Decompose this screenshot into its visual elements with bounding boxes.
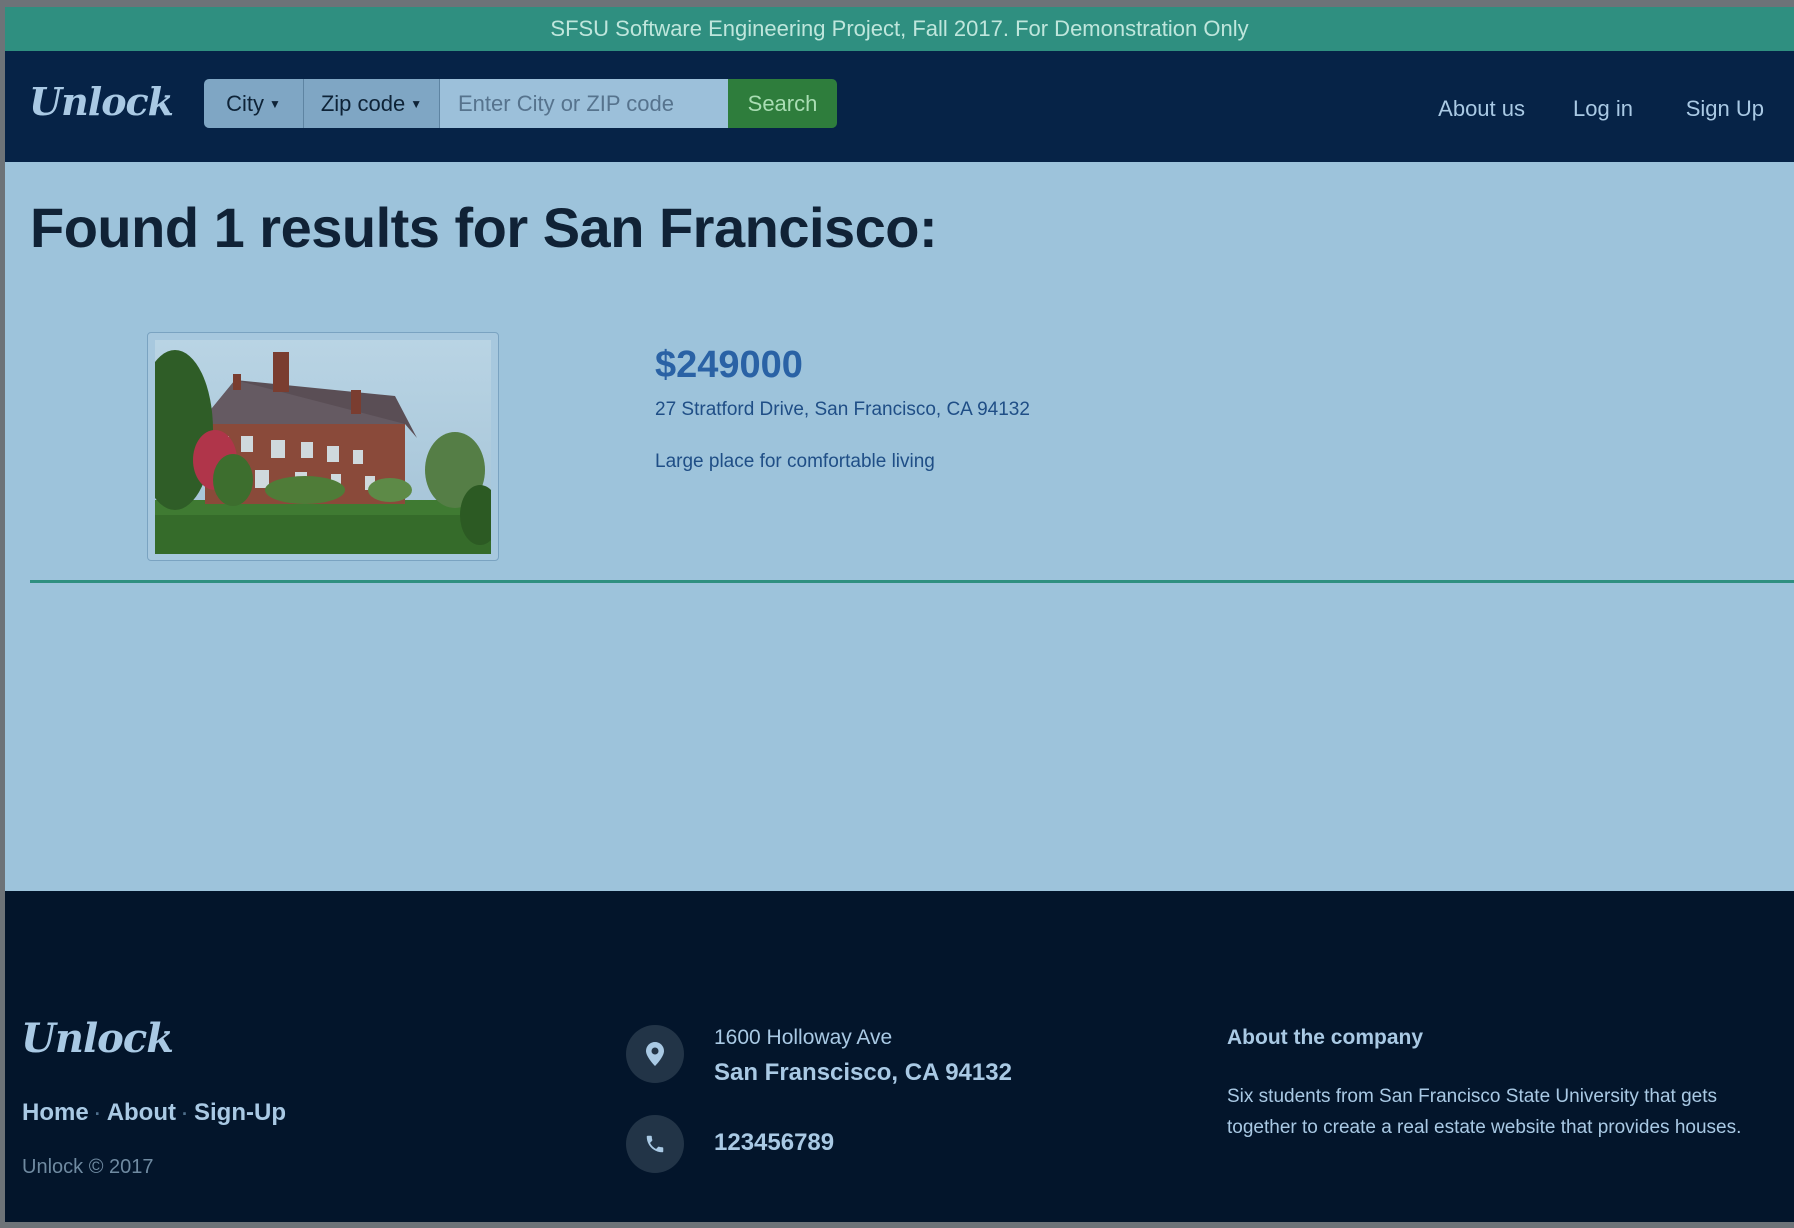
search-input[interactable]	[440, 79, 728, 128]
brand-logo[interactable]: Unlock	[29, 79, 174, 124]
demo-banner-text: SFSU Software Engineering Project, Fall …	[550, 16, 1249, 41]
results-divider	[30, 580, 1794, 583]
listing-address: 27 Stratford Drive, San Francisco, CA 94…	[655, 399, 1030, 420]
caret-down-icon: ▼	[269, 96, 281, 111]
navbar: Unlock City ▼ Zip code ▼ Search About us…	[5, 51, 1794, 162]
map-marker-icon	[626, 1025, 684, 1083]
about-company-title: About the company	[1227, 1026, 1424, 1049]
separator-dot: ·	[94, 1104, 101, 1124]
listing-photo[interactable]	[147, 332, 499, 561]
browser-viewport: SFSU Software Engineering Project, Fall …	[5, 7, 1794, 1222]
results-title: Found 1 results for San Francisco:	[30, 196, 938, 259]
nav-sign-up-link[interactable]: Sign Up	[1686, 96, 1764, 122]
zip-code-dropdown-label: Zip code	[320, 90, 406, 116]
footer-address-line2: San Franscisco, CA 94132	[714, 1059, 1012, 1086]
search-button[interactable]: Search	[728, 79, 837, 128]
house-photo-image	[155, 340, 491, 554]
footer-address-line1: 1600 Holloway Ave	[714, 1026, 893, 1049]
footer-sign-up-link[interactable]: Sign-Up	[194, 1099, 286, 1126]
city-dropdown[interactable]: City ▼	[204, 79, 304, 128]
city-dropdown-label: City	[226, 90, 264, 116]
listing-price[interactable]: $249000	[655, 344, 803, 387]
zip-code-dropdown[interactable]: Zip code ▼	[304, 79, 440, 128]
footer-links: Home · About · Sign-Up	[22, 1099, 286, 1127]
listing-description: Large place for comfortable living	[655, 451, 935, 472]
footer-about-link[interactable]: About	[107, 1099, 176, 1126]
copyright: Unlock © 2017	[22, 1156, 154, 1178]
separator-dot: ·	[182, 1104, 188, 1124]
search-bar: City ▼ Zip code ▼ Search	[204, 79, 837, 128]
about-company-text: Six students from San Francisco State Un…	[1227, 1086, 1742, 1138]
nav-about-us-link[interactable]: About us	[1438, 96, 1525, 122]
footer-logo[interactable]: Unlock	[21, 1015, 174, 1062]
nav-log-in-link[interactable]: Log in	[1573, 96, 1633, 122]
footer-phone: 123456789	[714, 1129, 835, 1156]
demo-banner: SFSU Software Engineering Project, Fall …	[5, 7, 1794, 51]
footer: Unlock Home · About · Sign-Up Unlock © 2017 …	[5, 891, 1794, 1222]
footer-home-link[interactable]: Home	[22, 1099, 89, 1126]
caret-down-icon: ▼	[410, 96, 423, 111]
phone-icon	[626, 1115, 684, 1173]
